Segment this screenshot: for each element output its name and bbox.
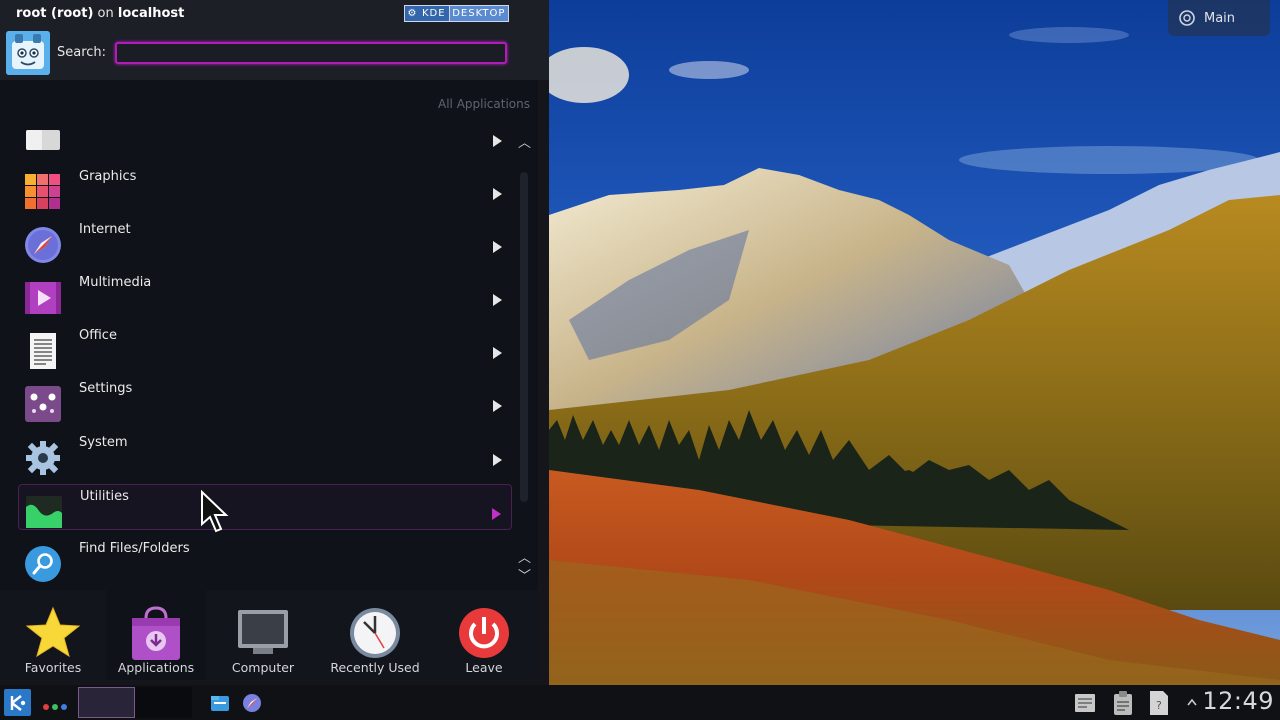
activity-manager-button[interactable]: Main [1168, 0, 1270, 36]
pager-desktop-1[interactable] [78, 687, 135, 718]
submenu-arrow-icon [493, 135, 502, 147]
clock[interactable]: 12:49 [1202, 687, 1274, 715]
search-input[interactable] [115, 42, 507, 64]
system-tray-expand-icon[interactable] [1186, 697, 1198, 707]
search-label: Search: [57, 45, 107, 60]
menu-item-label: Multimedia [79, 275, 152, 290]
activity-icon [1179, 10, 1195, 26]
search-icon [24, 545, 62, 583]
submenu-arrow-icon [493, 454, 502, 466]
kde-logo-icon [10, 694, 25, 711]
tab-computer[interactable]: Computer [206, 590, 320, 680]
user-info: root (root) on localhost [16, 6, 184, 21]
menu-item-label: Office [79, 328, 117, 343]
desktop-text: DESKTOP [449, 6, 508, 21]
menu-item-find-files[interactable]: Find Files/Folders [18, 537, 512, 583]
folder-icon [24, 120, 62, 158]
menu-item-graphics[interactable]: Graphics [18, 165, 512, 211]
scroll-up-small-icon[interactable]: ︿ [518, 547, 531, 566]
gear-icon [24, 439, 62, 477]
star-icon [25, 606, 81, 662]
scroll-down-icon[interactable]: ﹀ [518, 565, 531, 584]
menu-item-label: Graphics [79, 169, 137, 184]
submenu-arrow-icon [493, 241, 502, 253]
tab-label: Computer [231, 660, 295, 675]
menu-item-settings[interactable]: Settings [18, 377, 512, 423]
document-icon [24, 332, 62, 370]
menu-item-label: Internet [79, 222, 131, 237]
kde-gear-icon: ⚙ [407, 8, 417, 19]
kde-text: KDE [419, 6, 450, 21]
clock-icon [348, 606, 402, 664]
launcher-header: root (root) on localhost ⚙ KDE DESKTOP S… [0, 0, 549, 80]
monitor-icon [235, 606, 291, 662]
clipboard-icon[interactable] [1112, 690, 1134, 716]
graphics-icon [24, 173, 62, 211]
avatar[interactable] [6, 31, 50, 75]
submenu-arrow-icon [493, 347, 502, 359]
tab-label: Recently Used [330, 660, 420, 675]
compass-icon [24, 226, 62, 264]
menu-item-label: Settings [79, 381, 133, 396]
tab-recently-used[interactable]: Recently Used [320, 590, 430, 680]
svg-text:?: ? [1156, 699, 1162, 712]
user-name: root (root) [16, 6, 94, 21]
submenu-arrow-icon [493, 400, 502, 412]
activity-label: Main [1204, 10, 1236, 26]
submenu-arrow-icon [493, 188, 502, 200]
activities-icon[interactable] [42, 697, 70, 716]
on-word: on [97, 6, 114, 21]
desktop-wallpaper: Main [549, 0, 1280, 685]
breadcrumb[interactable]: All Applications [438, 97, 530, 111]
menu-item-office[interactable]: Office [18, 324, 512, 370]
application-launcher: root (root) on localhost ⚙ KDE DESKTOP S… [0, 0, 549, 685]
tab-label: Favorites [24, 660, 82, 675]
tab-leave[interactable]: Leave [430, 590, 538, 680]
file-manager-icon[interactable] [210, 694, 230, 712]
launcher-tabs: Favorites Applications Computer Recently… [0, 590, 538, 685]
kde-menu-button[interactable] [4, 689, 31, 716]
scroll-up-icon[interactable]: ︿ [518, 132, 531, 151]
tab-favorites[interactable]: Favorites [0, 590, 106, 680]
menu-item-unnamed[interactable] [18, 112, 512, 158]
submenu-arrow-icon [493, 294, 502, 306]
menu-item-label: Find Files/Folders [79, 541, 190, 556]
tab-applications[interactable]: Applications [106, 590, 206, 680]
browser-icon[interactable] [242, 693, 262, 713]
tab-label: Applications [117, 660, 195, 675]
menu-item-label: Utilities [80, 489, 129, 504]
menu-item-utilities[interactable]: Utilities [18, 484, 512, 530]
menu-item-internet[interactable]: Internet [18, 218, 512, 264]
utilities-icon [25, 493, 63, 531]
help-document-icon[interactable]: ? [1148, 690, 1170, 716]
kde-desktop-logo: ⚙ KDE DESKTOP [404, 5, 509, 22]
host-name: localhost [117, 6, 185, 21]
scrollbar[interactable] [520, 172, 528, 502]
pager-desktop-2[interactable] [135, 687, 192, 718]
submenu-arrow-icon [492, 508, 501, 520]
multimedia-icon [24, 279, 62, 317]
shopping-bag-icon [128, 606, 184, 666]
menu-item-label: System [79, 435, 128, 450]
settings-sliders-icon [24, 385, 62, 423]
mouse-pointer-icon [201, 490, 229, 533]
notes-icon[interactable] [1073, 691, 1097, 715]
tab-label: Leave [465, 660, 503, 675]
power-icon [457, 606, 511, 664]
taskbar: ? 12:49 [0, 685, 1280, 720]
menu-item-multimedia[interactable]: Multimedia [18, 271, 512, 317]
menu-item-system[interactable]: System [18, 431, 512, 477]
